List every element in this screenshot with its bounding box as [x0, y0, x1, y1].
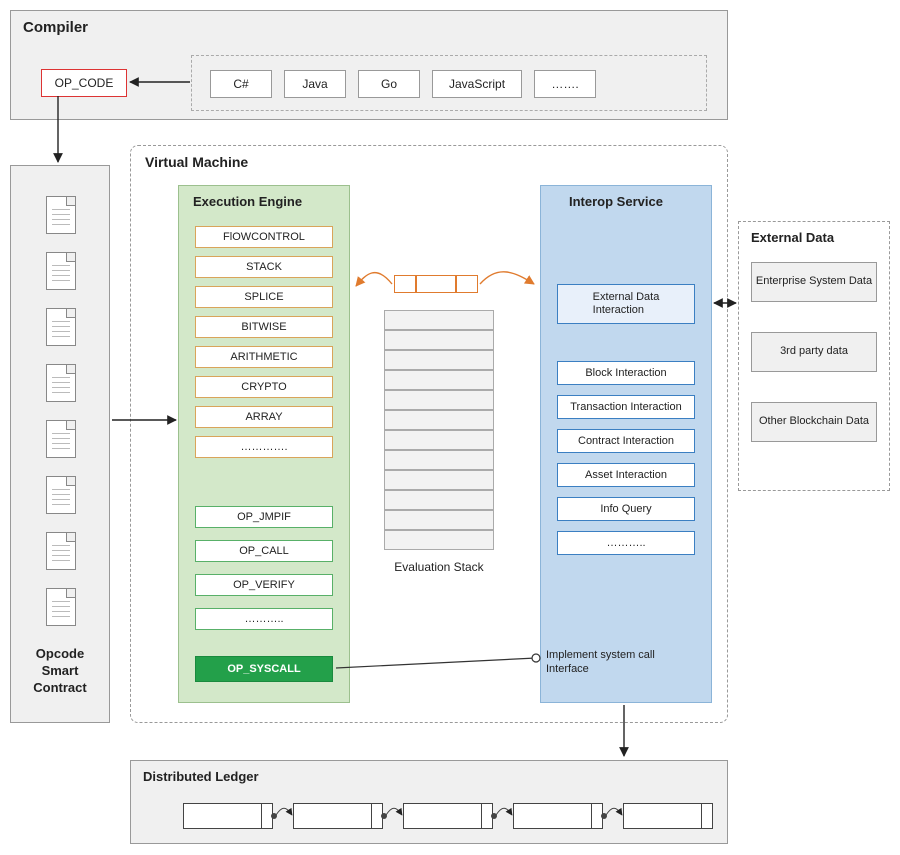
is-block: Block Interaction: [557, 361, 695, 385]
stack-cell: [384, 450, 494, 470]
doc-icon: [46, 196, 76, 234]
ledger-block: [293, 803, 383, 829]
ee-op-call: OP_CALL: [195, 540, 333, 562]
stack-cell: [384, 370, 494, 390]
stack-cell: [384, 470, 494, 490]
execution-engine: Execution Engine FlOWCONTROL STACK SPLIC…: [178, 185, 350, 703]
ee-cat-splice: SPLICE: [195, 286, 333, 308]
external-data-title: External Data: [751, 230, 834, 245]
is-asset: Asset Interaction: [557, 463, 695, 487]
doc-icon: [46, 252, 76, 290]
lang-etc: …….: [534, 70, 596, 98]
ee-cat-crypto: CRYPTO: [195, 376, 333, 398]
lang-go: Go: [358, 70, 420, 98]
ledger-block: [513, 803, 603, 829]
languages-row: C# Java Go JavaScript …….: [210, 70, 596, 98]
ee-cat-flowcontrol: FlOWCONTROL: [195, 226, 333, 248]
languages-group: C# Java Go JavaScript …….: [191, 55, 707, 111]
ledger-block: [623, 803, 713, 829]
opcode-contract-label: Opcode Smart Contract: [11, 646, 109, 697]
ext-enterprise: Enterprise System Data: [751, 262, 877, 302]
stack-cell: [384, 530, 494, 550]
ledger-block: [183, 803, 273, 829]
external-data-panel: External Data Enterprise System Data 3rd…: [738, 221, 890, 491]
stack-cell: [384, 430, 494, 450]
compiler-panel: Compiler OP_CODE C# Java Go JavaScript ……: [10, 10, 728, 120]
is-info: Info Query: [557, 497, 695, 521]
lang-csharp: C#: [210, 70, 272, 98]
ee-cat-bitwise: BITWISE: [195, 316, 333, 338]
stack-top-cell: [456, 275, 478, 293]
stack-top-cell: [394, 275, 416, 293]
doc-icon: [46, 364, 76, 402]
ledger-title: Distributed Ledger: [143, 769, 259, 784]
doc-icon: [46, 476, 76, 514]
is-external-data: External Data Interaction: [557, 284, 695, 324]
is-transaction: Transaction Interaction: [557, 395, 695, 419]
stack-cell: [384, 410, 494, 430]
lang-java: Java: [284, 70, 346, 98]
interop-title: Interop Service: [569, 194, 663, 209]
stack-top-cell: [416, 275, 456, 293]
ext-3rdparty: 3rd party data: [751, 332, 877, 372]
ee-cat-array: ARRAY: [195, 406, 333, 428]
doc-icon: [46, 532, 76, 570]
ee-cat-arithmetic: ARITHMETIC: [195, 346, 333, 368]
stack-cell: [384, 310, 494, 330]
stack-cell: [384, 330, 494, 350]
ee-op-jmpif: OP_JMPIF: [195, 506, 333, 528]
ledger-panel: Distributed Ledger: [130, 760, 728, 844]
stack-cell: [384, 390, 494, 410]
ee-cat-stack: STACK: [195, 256, 333, 278]
ee-op-syscall: OP_SYSCALL: [195, 656, 333, 682]
ee-op-verify: OP_VERIFY: [195, 574, 333, 596]
doc-icon: [46, 308, 76, 346]
ee-op-etc: ………..: [195, 608, 333, 630]
is-etc: ………..: [557, 531, 695, 555]
compiler-title: Compiler: [23, 19, 88, 36]
opcode-box: OP_CODE: [41, 69, 127, 97]
ledger-block: [403, 803, 493, 829]
stack-cell: [384, 350, 494, 370]
stack-cell: [384, 510, 494, 530]
opcode-contract-panel: Opcode Smart Contract: [10, 165, 110, 723]
doc-icon: [46, 420, 76, 458]
ee-title: Execution Engine: [193, 194, 302, 209]
doc-icon: [46, 588, 76, 626]
lang-js: JavaScript: [432, 70, 522, 98]
opcode-label: OP_CODE: [55, 76, 114, 90]
is-contract: Contract Interaction: [557, 429, 695, 453]
evaluation-stack-label: Evaluation Stack: [378, 560, 500, 574]
vm-title: Virtual Machine: [145, 154, 248, 170]
stack-cell: [384, 490, 494, 510]
ee-cat-etc: ………….: [195, 436, 333, 458]
interop-service: Interop Service External Data Interactio…: [540, 185, 712, 703]
ext-blockchain: Other Blockchain Data: [751, 402, 877, 442]
syscall-note: Implement system call Interface: [546, 648, 716, 677]
